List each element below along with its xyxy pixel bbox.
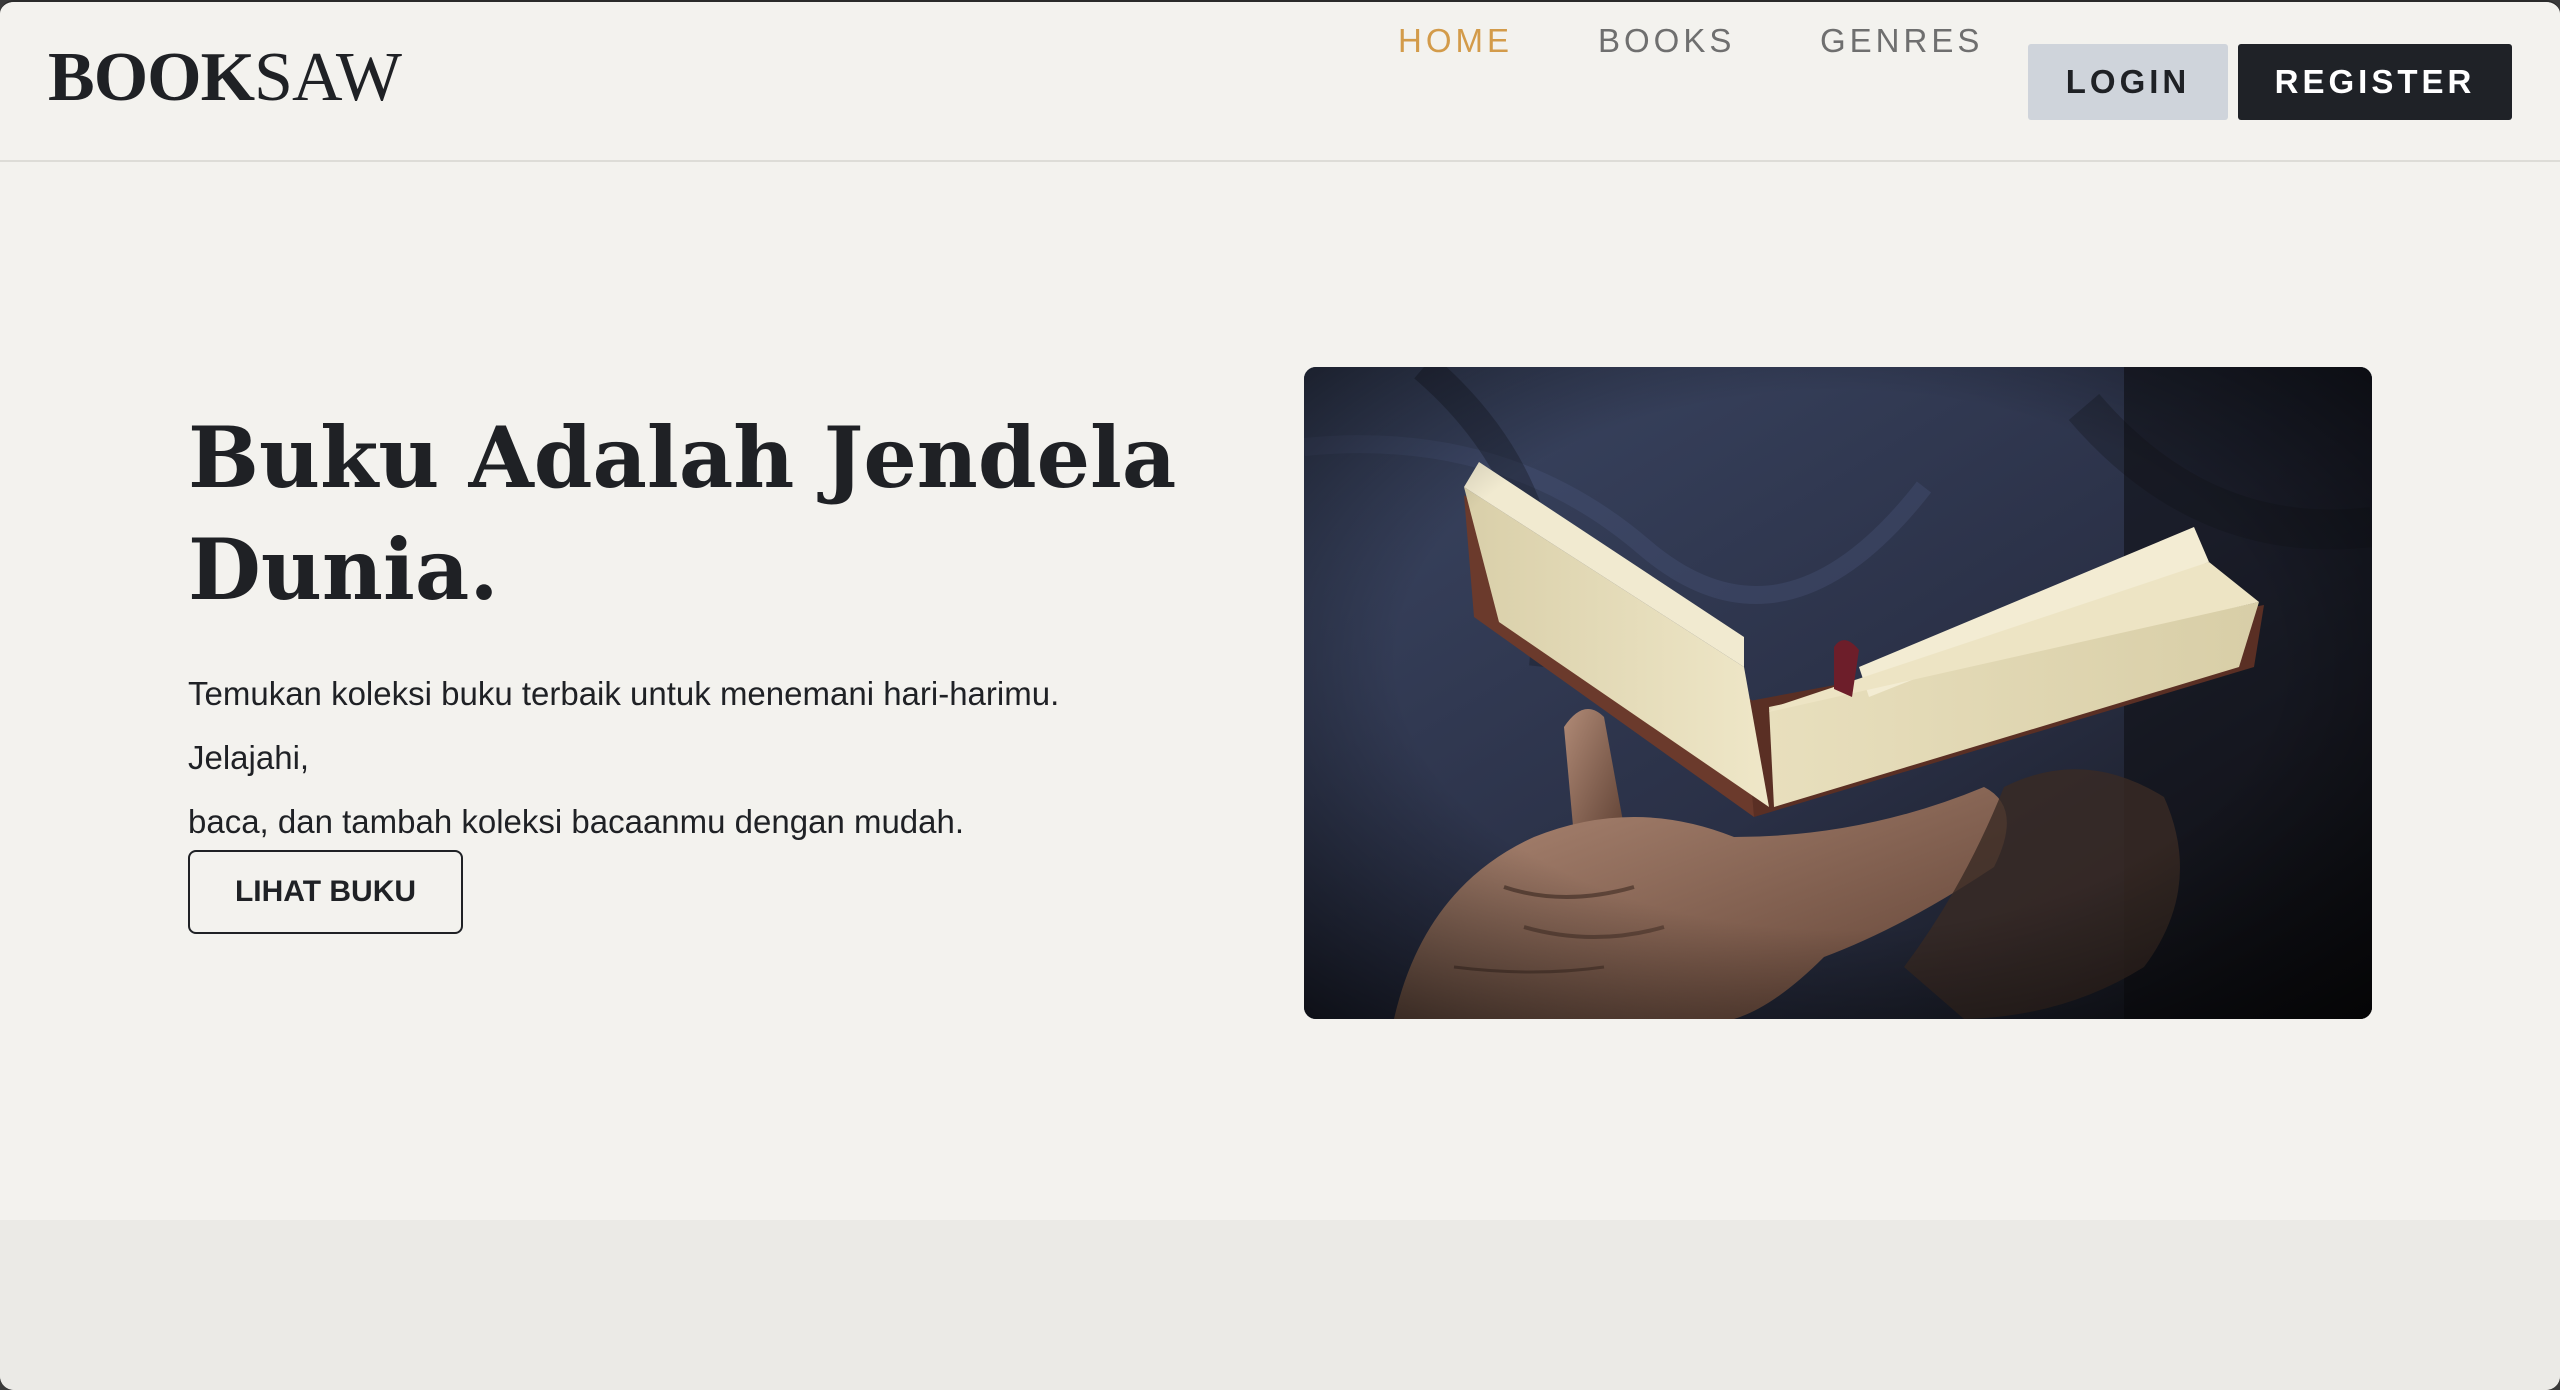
- nav-books[interactable]: BOOKS: [1598, 2, 1735, 80]
- hero-title-line1: Buku Adalah Jendela: [188, 408, 1177, 507]
- hero-description: Temukan koleksi buku terbaik untuk menem…: [188, 662, 1188, 854]
- brand-logo[interactable]: BOOKSAW: [48, 38, 402, 118]
- hero-title: Buku Adalah Jendela Dunia.: [188, 402, 1188, 626]
- hero-title-line2: Dunia.: [188, 520, 499, 619]
- view-books-button[interactable]: LIHAT BUKU: [188, 850, 463, 934]
- login-button[interactable]: LOGIN: [2028, 44, 2228, 120]
- open-book-illustration: [1304, 367, 2372, 1019]
- hero-description-line2: baca, dan tambah koleksi bacaanmu dengan…: [188, 803, 965, 840]
- browser-window: BOOKSAW HOME BOOKS GENRES LOGIN REGISTER…: [0, 0, 2560, 1390]
- nav-genres[interactable]: GENRES: [1820, 2, 1983, 80]
- register-button[interactable]: REGISTER: [2238, 44, 2512, 120]
- footer-section: [0, 1220, 2560, 1390]
- hero-description-line1: Temukan koleksi buku terbaik untuk menem…: [188, 675, 1060, 776]
- logo-text-thin: SAW: [254, 39, 402, 116]
- site-header: BOOKSAW HOME BOOKS GENRES LOGIN REGISTER: [0, 2, 2560, 162]
- hero-book-image: [1304, 367, 2372, 1019]
- nav-home[interactable]: HOME: [1398, 2, 1513, 80]
- logo-text-bold: BOOK: [48, 39, 255, 116]
